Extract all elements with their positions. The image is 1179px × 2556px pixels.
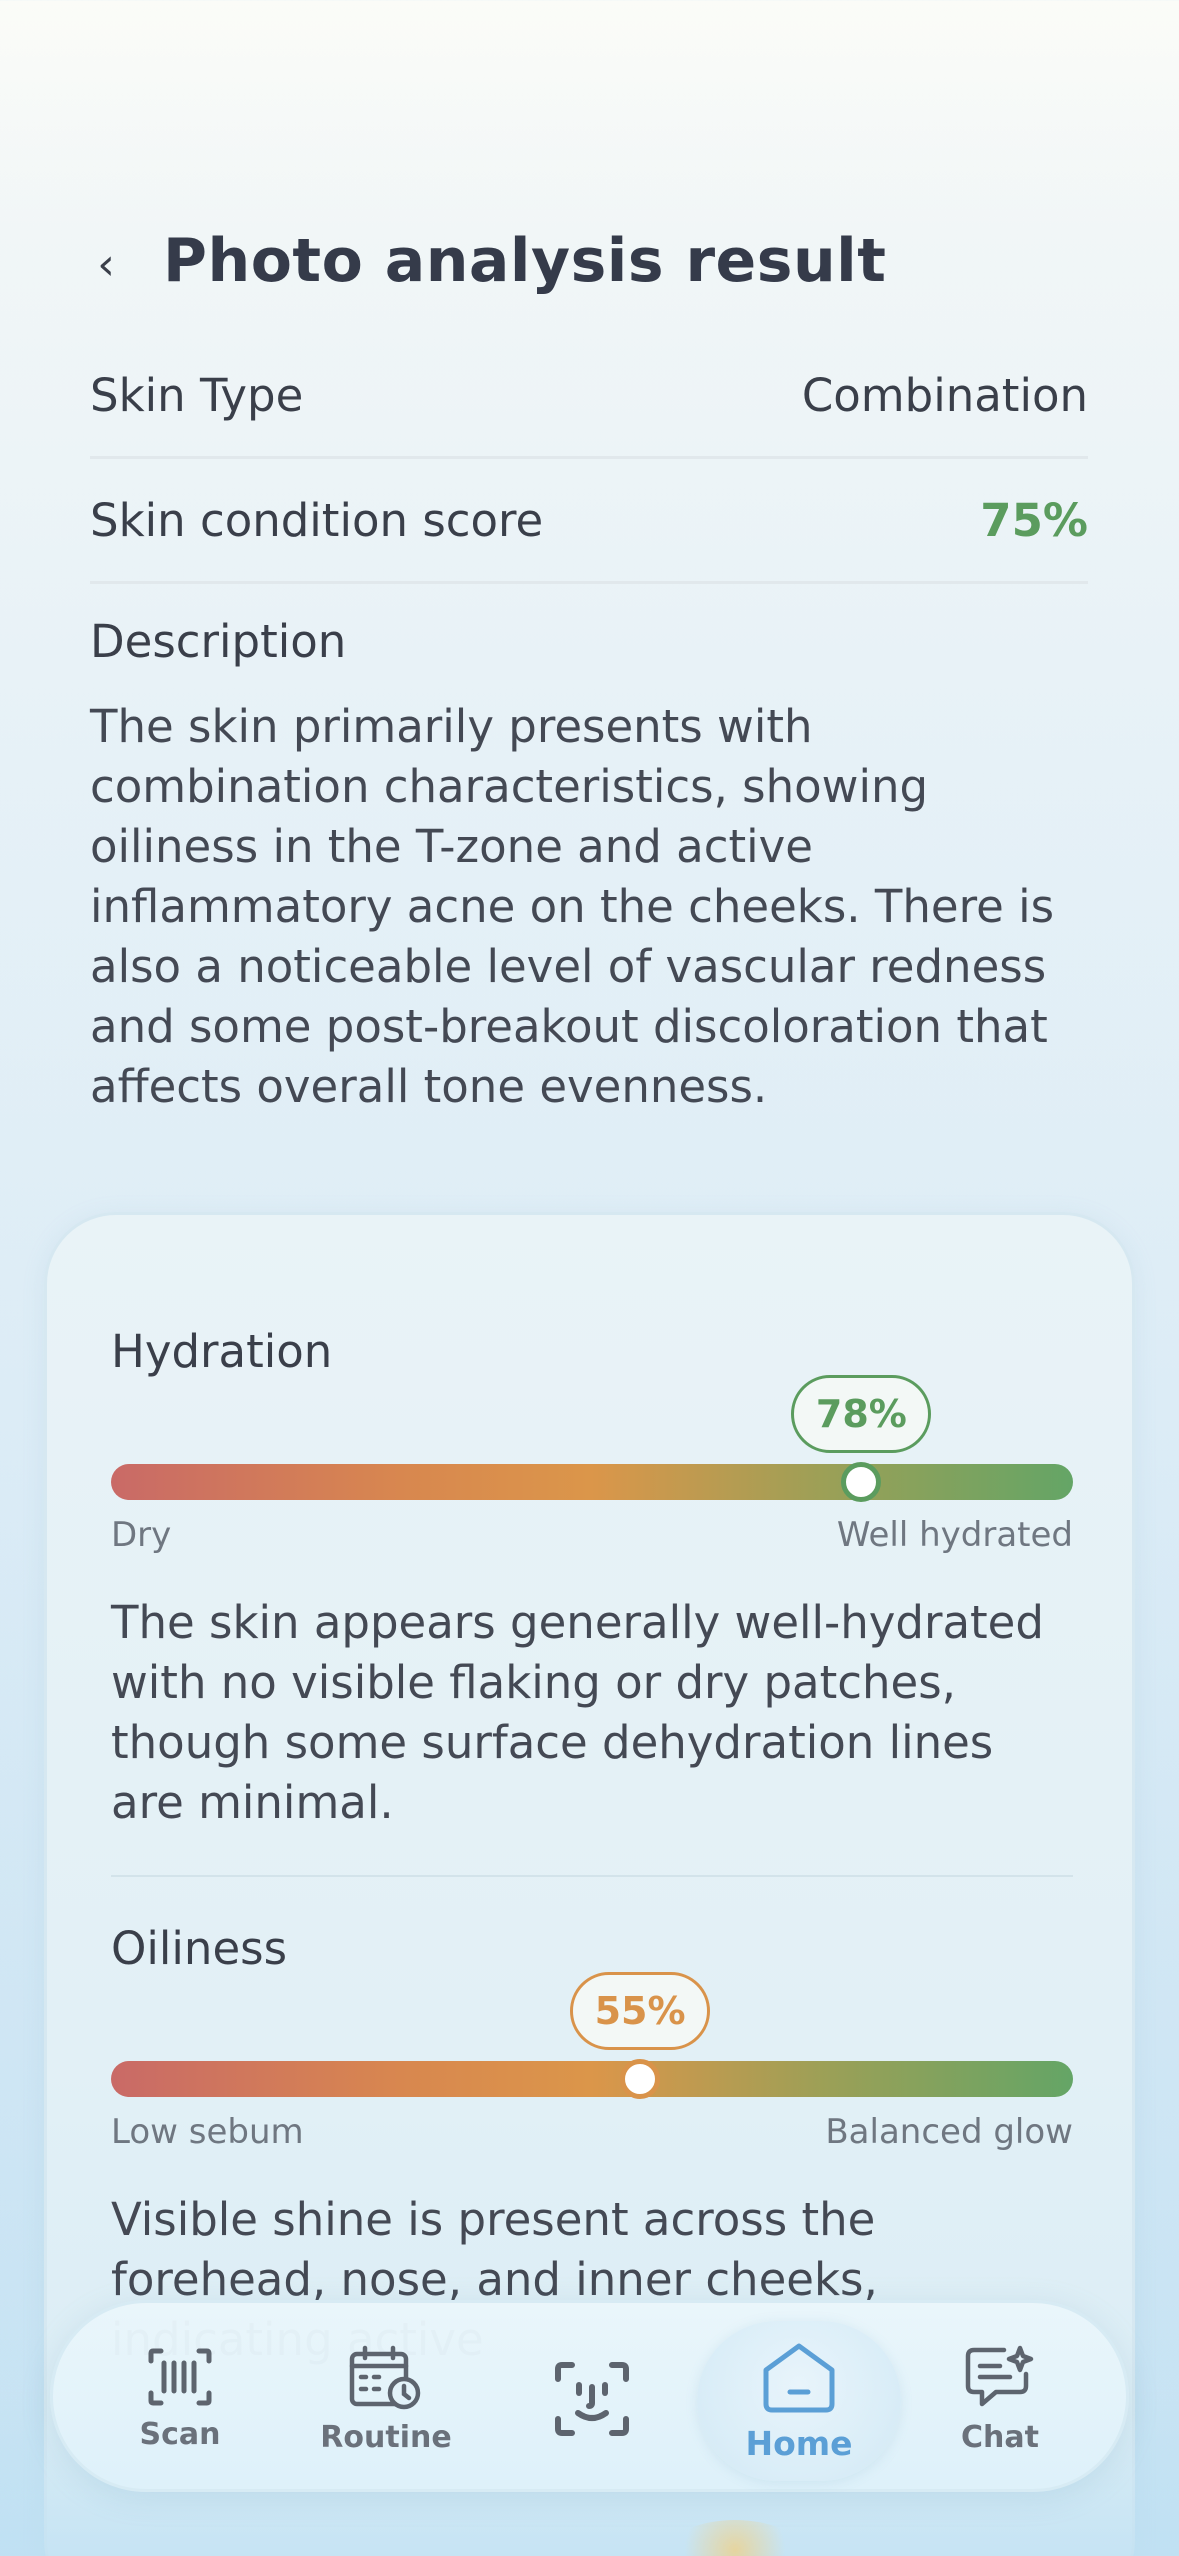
- oiliness-value-bubble: 55%: [570, 1972, 711, 2050]
- tab-home[interactable]: Home: [697, 2321, 901, 2481]
- chat-sparkle-icon: [964, 2344, 1036, 2410]
- tab-home-label: Home: [745, 2423, 853, 2463]
- oiliness-slider-knob: [620, 2059, 661, 2099]
- hydration-description: The skin appears generally well-hydrated…: [111, 1596, 1044, 1829]
- hydration-slider-knob: [841, 1462, 882, 1502]
- hydration-scale-labels: Dry Well hydrated: [111, 1515, 1073, 1555]
- barcode-scan-icon: [147, 2347, 213, 2407]
- tab-face-scan[interactable]: [497, 2303, 687, 2495]
- hydration-low-label: Dry: [111, 1515, 172, 1555]
- face-scan-icon: [552, 2359, 632, 2439]
- chevron-left-icon: ‹: [97, 238, 115, 290]
- skin-score-row: Skin condition score 75%: [90, 459, 1088, 584]
- header: ‹ Photo analysis result: [0, 218, 1179, 308]
- metric-divider: [111, 1875, 1073, 1877]
- tab-scan-label: Scan: [139, 2416, 221, 2452]
- skin-score-value: 75%: [980, 493, 1088, 547]
- tab-routine[interactable]: Routine: [291, 2303, 481, 2495]
- oiliness-low-label: Low sebum: [111, 2112, 304, 2152]
- oiliness-scale-labels: Low sebum Balanced glow: [111, 2112, 1073, 2152]
- tab-routine-label: Routine: [320, 2419, 452, 2455]
- skin-type-value: Combination: [801, 368, 1088, 422]
- page-title: Photo analysis result: [163, 226, 887, 296]
- hydration-slider-track: [111, 1462, 1073, 1502]
- bottom-tab-bar: Scan Routine Home Chat: [50, 2300, 1129, 2492]
- description-text: The skin primarily presents with combina…: [90, 700, 1055, 1113]
- home-icon: [760, 2340, 838, 2414]
- skin-type-label: Skin Type: [90, 368, 304, 422]
- oiliness-slider-track: [111, 2059, 1073, 2099]
- calendar-clock-icon: [348, 2344, 424, 2410]
- hydration-title: Hydration: [111, 1325, 333, 1378]
- description-label: Description: [90, 615, 347, 668]
- skin-score-label: Skin condition score: [90, 493, 544, 547]
- hydration-value-bubble: 78%: [791, 1375, 932, 1453]
- skin-type-row: Skin Type Combination: [90, 334, 1088, 459]
- oiliness-high-label: Balanced glow: [825, 2112, 1073, 2152]
- hydration-high-label: Well hydrated: [836, 1515, 1073, 1555]
- back-button[interactable]: ‹: [78, 236, 134, 292]
- tab-chat-label: Chat: [961, 2419, 1039, 2455]
- tab-chat[interactable]: Chat: [905, 2303, 1095, 2495]
- tab-scan[interactable]: Scan: [85, 2303, 275, 2495]
- oiliness-title: Oiliness: [111, 1922, 288, 1975]
